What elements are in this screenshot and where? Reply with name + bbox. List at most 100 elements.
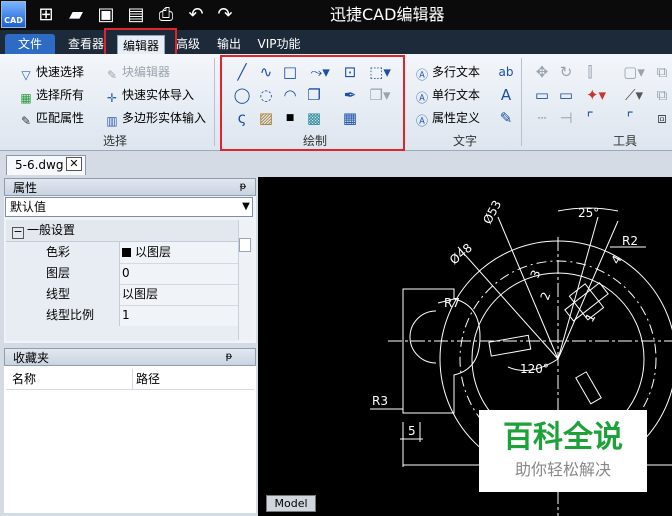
group-icon[interactable]: ⧉ — [652, 85, 672, 105]
label-120-degrees: 120° — [520, 362, 549, 376]
model-tab[interactable]: Model — [266, 495, 316, 512]
trim-icon[interactable]: ⟋▾ — [620, 85, 648, 105]
label-4: 4 — [608, 253, 624, 267]
property-row-empty — [6, 326, 238, 341]
open-folder-icon[interactable]: ▰ — [65, 4, 87, 26]
select-all-button[interactable]: ▦ 选择所有 — [18, 85, 84, 105]
text-icon: Ⓐ — [415, 91, 428, 105]
button-label: 属性定义 — [432, 111, 481, 125]
box-icon[interactable]: ▭ — [532, 85, 552, 105]
window-title: 迅捷CAD编辑器 — [330, 5, 445, 24]
watermark-title: 百科全说 — [503, 420, 623, 455]
column-divider — [132, 369, 133, 389]
favorites-header: 收藏夹 — [4, 348, 256, 366]
r7-arc — [409, 310, 437, 364]
select-all-icon: ▦ — [20, 91, 32, 105]
button-label: 多行文本 — [432, 65, 481, 79]
tab-output[interactable]: 输出 — [214, 34, 244, 54]
plus-icon: ✛ — [106, 91, 118, 105]
offset-icon[interactable]: ┄ — [532, 108, 552, 128]
label-r7: R7 — [444, 296, 460, 310]
chevron-down-icon[interactable]: ▼ — [240, 200, 252, 214]
button-label: 块编辑器 — [122, 65, 171, 79]
undo-icon[interactable]: ↶ — [185, 4, 207, 26]
tab-file[interactable]: 文件 — [5, 34, 55, 54]
property-row-layer[interactable]: 图层 0 — [6, 263, 238, 285]
close-icon[interactable]: ✕ — [66, 157, 82, 171]
group-label-select: 选择 — [102, 134, 127, 148]
property-key: 线型 — [6, 284, 120, 305]
button-label: 快速实体导入 — [122, 88, 195, 102]
box2-icon[interactable]: ▭ — [556, 85, 576, 105]
property-value: 1 — [122, 308, 130, 322]
fillet-icon[interactable]: ⌜ — [580, 108, 600, 128]
column-header-path[interactable]: 路径 — [136, 369, 160, 389]
group-label-tools: 工具 — [612, 134, 637, 148]
array-icon[interactable]: ▢▾ — [620, 62, 648, 82]
property-key: 色彩 — [6, 242, 120, 263]
select-value: 默认值 — [10, 200, 47, 214]
tab-vip[interactable]: VIP功能 — [256, 34, 302, 54]
ribbon-separator — [521, 58, 522, 146]
print-icon[interactable]: ⎙ — [155, 4, 177, 26]
favorites-title: 收藏夹 — [13, 351, 50, 365]
new-icon[interactable]: ⊞ — [35, 4, 57, 26]
properties-object-select[interactable]: 默认值 — [5, 197, 253, 217]
button-label: 匹配属性 — [36, 111, 85, 125]
brush-icon: ✎ — [20, 114, 32, 128]
property-value-text: 以图层 — [135, 245, 172, 259]
property-key: 线型比例 — [6, 305, 120, 326]
app-logo[interactable]: CAD — [1, 1, 26, 28]
label-r2: R2 — [622, 234, 638, 248]
properties-header: 属性 — [4, 178, 256, 196]
pin-icon[interactable]: ᵽ — [222, 349, 236, 365]
property-row-linetype[interactable]: 线型 以图层 — [6, 284, 238, 306]
property-value: 以图层 — [122, 287, 159, 301]
collapse-icon[interactable]: − — [12, 226, 24, 239]
button-label: 多边形实体输入 — [122, 111, 207, 125]
property-value: 0 — [122, 266, 130, 280]
tab-viewer[interactable]: 查看器 — [66, 34, 106, 54]
ribbon-separator — [214, 58, 215, 146]
block-editor-button[interactable]: ✎ 块编辑器 — [104, 62, 170, 82]
property-row-linetype-scale[interactable]: 线型比例 1 — [6, 305, 238, 327]
copy-tool-icon[interactable]: ⧉ — [652, 62, 672, 82]
extend-icon[interactable]: ⊣ — [556, 108, 576, 128]
mtext-icon: Ⓐ — [415, 68, 428, 82]
button-label: 单行文本 — [432, 88, 481, 102]
pin-icon[interactable]: ᵽ — [236, 179, 250, 195]
attribute-definition-button[interactable]: Ⓐ 属性定义 — [414, 108, 480, 128]
move-icon[interactable]: ✥ — [532, 62, 552, 82]
property-row-color[interactable]: 色彩 以图层 — [6, 242, 238, 264]
properties-section-general[interactable]: − 一般设置 — [6, 220, 238, 242]
highlight-box-draw-group — [220, 55, 405, 151]
mtext-button[interactable]: Ⓐ 多行文本 — [414, 62, 480, 82]
scrollbar-thumb[interactable] — [239, 238, 251, 252]
quick-entity-import-button[interactable]: ✛ 快速实体导入 — [104, 85, 194, 105]
explode-icon[interactable]: ✦▾ — [582, 85, 610, 105]
favorites-column-headers: 名称 路径 — [6, 369, 254, 390]
color-swatch — [122, 248, 131, 257]
redo-icon[interactable]: ↷ — [214, 4, 236, 26]
angle-line-2 — [557, 216, 599, 360]
quick-select-button[interactable]: ▽ 快速选择 — [18, 62, 84, 82]
mirror-icon[interactable]: ⫿ — [580, 62, 600, 82]
text-edit-icon[interactable]: ✎ — [496, 108, 516, 128]
block-editor-icon: ✎ — [106, 68, 118, 82]
property-value: 以图层 — [122, 242, 171, 263]
save-icon[interactable]: ▣ — [95, 4, 117, 26]
column-header-name[interactable]: 名称 — [12, 369, 36, 389]
match-properties-button[interactable]: ✎ 匹配属性 — [18, 108, 84, 128]
document-tab-bar — [0, 151, 672, 177]
measure-icon[interactable]: ⧈ — [652, 108, 672, 128]
save-as-icon[interactable]: ▤ — [125, 4, 147, 26]
rotate-icon[interactable]: ↻ — [556, 62, 576, 82]
text-style-icon[interactable]: A — [496, 85, 516, 105]
key-slot-4 — [575, 371, 602, 405]
section-label: 一般设置 — [27, 223, 76, 237]
single-text-button[interactable]: Ⓐ 单行文本 — [414, 85, 480, 105]
polygon-entity-input-button[interactable]: ▥ 多边形实体输入 — [104, 108, 206, 128]
spell-icon[interactable]: ab — [496, 62, 516, 82]
chamfer-icon[interactable]: ⌜ — [620, 108, 640, 128]
polygon-icon: ▥ — [106, 114, 118, 128]
